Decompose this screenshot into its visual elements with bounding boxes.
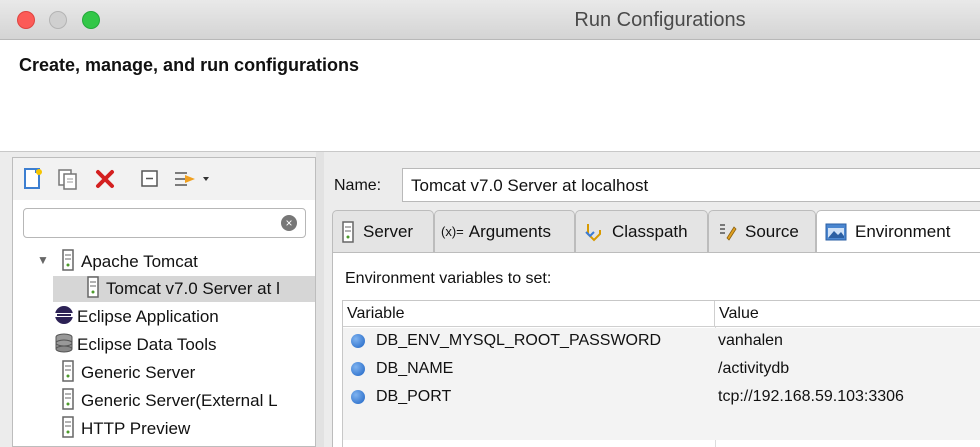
- tree-item-generic-server[interactable]: Generic Server: [61, 360, 313, 386]
- config-tree-panel: × ▼ Apache Tomcat Tomcat v7.0 Server at …: [12, 157, 316, 447]
- variable-name: DB_PORT: [376, 388, 452, 405]
- dialog-header: Create, manage, and run configurations: [0, 40, 980, 152]
- config-toolbar: [13, 158, 315, 200]
- tab-server[interactable]: Server: [332, 210, 434, 252]
- tree-item-label: Tomcat v7.0 Server at l: [106, 279, 280, 298]
- name-label: Name:: [334, 177, 382, 194]
- tab-label: Arguments: [468, 221, 551, 241]
- close-window-button[interactable]: [17, 11, 35, 29]
- environment-tab-content: Environment variables to set: Variable V…: [332, 252, 980, 447]
- tree-item-label: Generic Server(External L: [81, 391, 278, 410]
- tab-environment[interactable]: Environment: [816, 210, 980, 253]
- variable-name: DB_NAME: [376, 360, 454, 377]
- tree-item-label: Eclipse Data Tools: [77, 335, 217, 354]
- source-icon: [717, 222, 737, 242]
- filter-icon[interactable]: [173, 168, 213, 190]
- variable-name: DB_ENV_MYSQL_ROOT_PASSWORD: [376, 332, 662, 349]
- tree-item-label: HTTP Preview: [81, 419, 191, 438]
- server-icon: [61, 416, 75, 442]
- column-header-value[interactable]: Value: [715, 301, 980, 327]
- classpath-icon: [584, 222, 604, 242]
- variable-value: vanhalen: [718, 332, 783, 349]
- dialog-header-title: Create, manage, and run configurations: [19, 55, 360, 75]
- variable-bullet-icon: [351, 334, 365, 348]
- table-row[interactable]: DB_ENV_MYSQL_ROOT_PASSWORD vanhalen: [343, 328, 980, 356]
- clear-filter-icon[interactable]: ×: [281, 215, 297, 231]
- variable-bullet-icon: [351, 362, 365, 376]
- arguments-icon: (x)=: [441, 224, 464, 239]
- panel-splitter[interactable]: [316, 152, 324, 447]
- tree-item-http-preview[interactable]: HTTP Preview: [61, 416, 313, 442]
- title-bar: Run Configurations: [0, 0, 980, 40]
- table-row[interactable]: DB_NAME /activitydb: [343, 356, 980, 384]
- server-icon: [341, 220, 355, 243]
- tree-item-eclipse-data-tools[interactable]: Eclipse Data Tools: [53, 332, 313, 358]
- server-icon: [61, 360, 75, 386]
- environment-icon: [825, 223, 847, 241]
- run-configurations-window: Run Configurations Create, manage, and r…: [0, 0, 980, 447]
- table-row-empty: [343, 412, 980, 440]
- minimize-window-button[interactable]: [49, 11, 67, 29]
- env-variables-table: Variable Value DB_ENV_MYSQL_ROOT_PASSWOR…: [342, 300, 980, 447]
- config-details-panel: Name: Tomcat v7.0 Server at localhost Se…: [324, 152, 980, 447]
- column-header-variable[interactable]: Variable: [343, 301, 715, 327]
- server-icon: [61, 388, 75, 414]
- server-icon: [61, 249, 75, 275]
- maximize-window-button[interactable]: [82, 11, 100, 29]
- tab-source[interactable]: Source: [708, 210, 816, 252]
- tab-label: Classpath: [612, 221, 688, 241]
- name-input[interactable]: Tomcat v7.0 Server at localhost: [402, 168, 980, 202]
- tab-label: Environment: [855, 222, 951, 241]
- tree-item-tomcat-server[interactable]: Tomcat v7.0 Server at l: [53, 276, 315, 302]
- delete-icon[interactable]: [94, 168, 116, 190]
- tree-item-eclipse-application[interactable]: Eclipse Application: [53, 304, 313, 330]
- new-config-icon[interactable]: [22, 168, 44, 190]
- tab-classpath[interactable]: Classpath: [575, 210, 708, 252]
- table-row[interactable]: DB_PORT tcp://192.168.59.103:3306: [343, 384, 980, 412]
- tab-label: Source: [745, 221, 799, 241]
- server-icon: [86, 276, 100, 302]
- collapse-all-icon[interactable]: [139, 168, 161, 190]
- env-variables-label: Environment variables to set:: [345, 270, 552, 287]
- window-title: Run Configurations: [574, 9, 746, 31]
- variable-bullet-icon: [351, 390, 365, 404]
- tab-label: Server: [363, 221, 414, 241]
- expand-collapse-icon[interactable]: ▼: [37, 253, 49, 267]
- tab-arguments[interactable]: (x)= Arguments: [434, 210, 575, 252]
- tree-item-generic-server-external[interactable]: Generic Server(External L: [61, 388, 313, 414]
- database-icon: [53, 332, 75, 358]
- variable-value: /activitydb: [718, 360, 790, 377]
- eclipse-icon: [53, 304, 75, 330]
- tree-item-label: Eclipse Application: [77, 307, 219, 326]
- tree-item-apache-tomcat[interactable]: Apache Tomcat: [61, 249, 311, 275]
- tree-item-label: Generic Server: [81, 363, 196, 382]
- variable-value: tcp://192.168.59.103:3306: [718, 388, 904, 405]
- config-tabs: Server (x)= Arguments Classpath Source E…: [332, 210, 980, 253]
- duplicate-icon[interactable]: [57, 168, 79, 190]
- filter-input[interactable]: ×: [23, 208, 306, 238]
- tree-item-label: Apache Tomcat: [81, 252, 198, 271]
